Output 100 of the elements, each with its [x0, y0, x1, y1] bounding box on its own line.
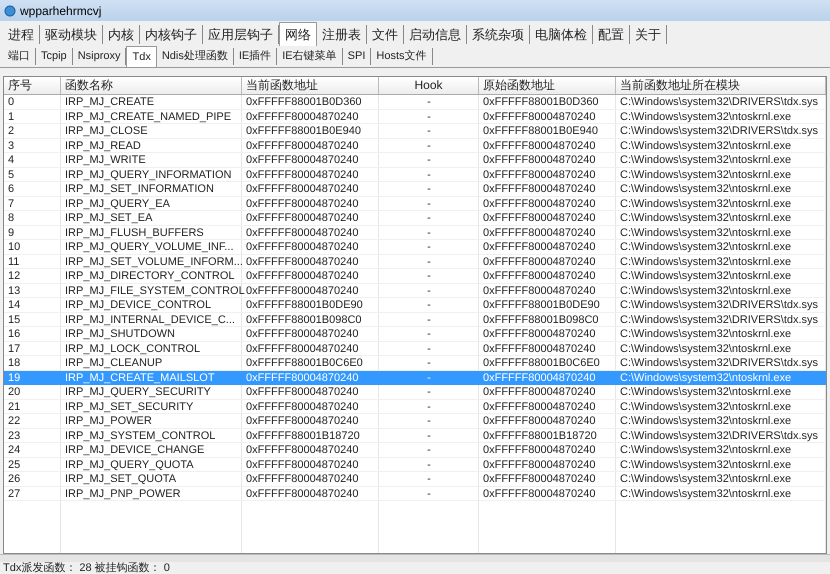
- table-cell-text: 0xFFFFF80004870240: [245, 211, 360, 224]
- column-header[interactable]: 当前函数地址所在模块: [616, 77, 826, 94]
- table-cell-text: -: [426, 414, 432, 428]
- tab[interactable]: 启动信息: [404, 24, 467, 44]
- column-header[interactable]: 当前函数地址: [242, 77, 379, 94]
- table-cell-text: C:\Windows\system32\ntoskrnl.exe: [619, 284, 792, 297]
- column-header[interactable]: 序号: [4, 77, 61, 94]
- tab[interactable]: 关于: [630, 24, 667, 44]
- table-row[interactable]: 26 IRP_MJ_SET_QUOTA 0xFFFFF80004870240 - 0xFFFFF80004870240 C:\Windows\system32\ntoskrnl.exe: [4, 472, 826, 486]
- tab[interactable]: 注册表: [317, 24, 367, 44]
- column-header[interactable]: 原始函数地址: [479, 77, 616, 94]
- tab[interactable]: Hosts文件: [371, 48, 433, 65]
- table-cell-text: C:\Windows\system32\ntoskrnl.exe: [619, 458, 792, 471]
- table-cell-text: 0xFFFFF80004870240: [482, 385, 597, 398]
- table-row[interactable]: 6 IRP_MJ_SET_INFORMATION 0xFFFFF80004870240 - 0xFFFFF80004870240 C:\Windows\system32\ntoskrnl.exe: [4, 182, 826, 196]
- table-cell-text: 0xFFFFF80004870240: [482, 240, 597, 254]
- table-row[interactable]: 16 IRP_MJ_SHUTDOWN 0xFFFFF80004870240 - 0xFFFFF80004870240 C:\Windows\system32\ntoskrnl.exe: [4, 327, 826, 342]
- table-row[interactable]: 0 IRP_MJ_CREATE 0xFFFFF88001B0D360 - 0xFFFFF88001B0D360 C:\Windows\system32\DRIVERS\tdx.sys: [4, 95, 826, 110]
- tab[interactable]: 配置: [593, 24, 630, 44]
- table-cell-text: 0xFFFFF80004870240: [482, 327, 597, 340]
- table-cell-text: IRP_MJ_CLOSE: [64, 124, 149, 138]
- table-cell-text: C:\Windows\system32\ntoskrnl.exe: [619, 327, 792, 340]
- table-row[interactable]: 4 IRP_MJ_WRITE 0xFFFFF80004870240 - 0xFFFFF80004870240 C:\Windows\system32\ntoskrnl.exe: [4, 153, 826, 168]
- table-cell-text: 0xFFFFF80004870240: [482, 284, 597, 297]
- table-cell-text: 0xFFFFF80004870240: [245, 414, 360, 428]
- table-row[interactable]: 24 IRP_MJ_DEVICE_CHANGE 0xFFFFF80004870240 - 0xFFFFF80004870240 C:\Windows\system32\ntoskrnl.exe: [4, 443, 826, 458]
- table-row[interactable]: 17 IRP_MJ_LOCK_CONTROL 0xFFFFF80004870240 - 0xFFFFF80004870240 C:\Windows\system32\ntoskrnl.exe: [4, 342, 826, 356]
- tab[interactable]: 网络: [279, 22, 317, 46]
- table-row[interactable]: 13 IRP_MJ_FILE_SYSTEM_CONTROL0xFFFFF80004870240 - 0xFFFFF80004870240 C:\Windows\system32\ntoskrnl.exe: [4, 284, 826, 298]
- table-cell-text: C:\Windows\system32\ntoskrnl.exe: [619, 472, 792, 486]
- table-row[interactable]: 12 IRP_MJ_DIRECTORY_CONTROL 0xFFFFF80004870240 - 0xFFFFF80004870240 C:\Windows\system32\ntoskrnl.exe: [4, 269, 826, 284]
- table-row[interactable]: 3 IRP_MJ_READ 0xFFFFF80004870240 - 0xFFFFF80004870240 C:\Windows\system32\ntoskrnl.exe: [4, 138, 826, 153]
- table-row[interactable]: 21 IRP_MJ_SET_SECURITY 0xFFFFF80004870240 - 0xFFFFF80004870240 C:\Windows\system32\ntoskrnl.exe: [4, 400, 826, 414]
- table-cell-text: -: [426, 168, 432, 181]
- table-cell-text: -: [426, 327, 432, 340]
- table-row[interactable]: 10 IRP_MJ_QUERY_VOLUME_INF... 0xFFFFF80004870240 - 0xFFFFF80004870240 C:\Windows\system32\ntoskrnl.exe: [4, 240, 826, 254]
- table-cell-text: 0xFFFFF80004870240: [245, 182, 360, 196]
- tab[interactable]: 文件: [367, 24, 404, 44]
- table-cell-text: 22: [7, 414, 22, 428]
- column-header[interactable]: Hook: [379, 77, 479, 94]
- table-cell-text: -: [426, 196, 432, 210]
- table-cell-text: 0xFFFFF88001B0DE90: [482, 298, 601, 312]
- table-cell-text: C:\Windows\system32\ntoskrnl.exe: [619, 240, 792, 254]
- table-row[interactable]: 5 IRP_MJ_QUERY_INFORMATION 0xFFFFF80004870240 - 0xFFFFF80004870240 C:\Windows\system32\ntoskrnl.exe: [4, 168, 826, 182]
- table-cell-text: 25: [7, 458, 22, 471]
- tab[interactable]: 内核: [103, 24, 140, 44]
- table-row[interactable]: 1 IRP_MJ_CREATE_NAMED_PIPE 0xFFFFF80004870240 - 0xFFFFF80004870240 C:\Windows\system32\ntoskrnl.exe: [4, 110, 826, 124]
- table-cell-text: IRP_MJ_READ: [64, 138, 142, 152]
- tab[interactable]: Ndis处理函数: [156, 48, 234, 65]
- table-row[interactable]: 25 IRP_MJ_QUERY_QUOTA 0xFFFFF80004870240 - 0xFFFFF80004870240 C:\Windows\system32\ntoskrnl.exe: [4, 458, 826, 472]
- tab[interactable]: 驱动模块: [40, 24, 103, 44]
- table-cell-text: -: [426, 211, 432, 224]
- table-row[interactable]: 15 IRP_MJ_INTERNAL_DEVICE_C... 0xFFFFF88001B098C0 - 0xFFFFF88001B098C0 C:\Windows\system32\DRIVERS\tdx.sys: [4, 312, 826, 327]
- table-cell-text: 18: [7, 356, 22, 370]
- table-row[interactable]: 8 IRP_MJ_SET_EA 0xFFFFF80004870240 - 0xFFFFF80004870240 C:\Windows\system32\ntoskrnl.exe: [4, 211, 826, 226]
- table-cell-text: 0xFFFFF80004870240: [482, 226, 597, 239]
- table-cell-text: 0xFFFFF80004870240: [482, 110, 597, 123]
- table-cell-text: -: [426, 182, 432, 196]
- table-cell-text: 6: [7, 182, 16, 196]
- table-cell-text: 0xFFFFF80004870240: [482, 486, 597, 500]
- tab[interactable]: 内核钩子: [140, 24, 203, 44]
- tab[interactable]: SPI: [342, 48, 372, 65]
- table-cell-text: 0xFFFFF88001B098C0: [482, 312, 600, 326]
- table-row[interactable]: 2 IRP_MJ_CLOSE 0xFFFFF88001B0E940 - 0xFFFFF88001B0E940 C:\Windows\system32\DRIVERS\tdx.sys: [4, 124, 826, 138]
- table-row[interactable]: 22 IRP_MJ_POWER 0xFFFFF80004870240 - 0xFFFFF80004870240 C:\Windows\system32\ntoskrnl.exe: [4, 414, 826, 428]
- horizontal-scrollbar[interactable]: [0, 554, 830, 562]
- table-cell-text: -: [426, 95, 432, 108]
- column-header[interactable]: 函数名称: [61, 77, 242, 94]
- table-cell-text: IRP_MJ_QUERY_VOLUME_INF...: [64, 240, 235, 254]
- tab[interactable]: 系统杂项: [467, 24, 530, 44]
- table-cell-text: IRP_MJ_SET_SECURITY: [64, 400, 194, 413]
- table-row[interactable]: 27 IRP_MJ_PNP_POWER 0xFFFFF80004870240 - 0xFFFFF80004870240 C:\Windows\system32\ntoskrnl.exe: [4, 486, 826, 501]
- table-row[interactable]: 9 IRP_MJ_FLUSH_BUFFERS 0xFFFFF80004870240 - 0xFFFFF80004870240 C:\Windows\system32\ntoskrnl.exe: [4, 226, 826, 240]
- table-cell-text: 0xFFFFF80004870240: [245, 168, 360, 181]
- table-cell-text: C:\Windows\system32\DRIVERS\tdx.sys: [619, 312, 820, 326]
- table-cell-text: 0xFFFFF88001B0D360: [245, 95, 363, 108]
- table-cell-text: 0xFFFFF80004870240: [245, 458, 360, 471]
- tab[interactable]: IE插件: [234, 48, 278, 65]
- tab[interactable]: Tdx: [126, 46, 157, 67]
- table-row[interactable]: 23 IRP_MJ_SYSTEM_CONTROL 0xFFFFF88001B18720 - 0xFFFFF88001B18720 C:\Windows\system32\DRIVERS\tdx.sys: [4, 428, 826, 443]
- table-cell-text: -: [426, 385, 432, 398]
- table-cell-text: -: [426, 269, 432, 282]
- tab[interactable]: 进程: [3, 24, 40, 44]
- table-cell-text: 26: [7, 472, 22, 486]
- table-cell-text: 1: [7, 110, 16, 123]
- table-cell-text: 17: [7, 342, 22, 355]
- table-cell-text: 0xFFFFF80004870240: [245, 443, 360, 456]
- table-cell-text: 0xFFFFF80004870240: [245, 385, 360, 398]
- table-row[interactable]: 20 IRP_MJ_QUERY_SECURITY 0xFFFFF80004870240 - 0xFFFFF80004870240 C:\Windows\system32\ntoskrnl.exe: [4, 385, 826, 400]
- table-cell-text: 0xFFFFF80004870240: [482, 168, 597, 181]
- table-row[interactable]: 11 IRP_MJ_SET_VOLUME_INFORM... 0xFFFFF80004870240 - 0xFFFFF80004870240 C:\Windows\system32\ntoskrnl.exe: [4, 254, 826, 269]
- tab[interactable]: Tcpip: [36, 48, 73, 65]
- table-row[interactable]: 7 IRP_MJ_QUERY_EA 0xFFFFF80004870240 - 0xFFFFF80004870240 C:\Windows\system32\ntoskrnl.exe: [4, 196, 826, 211]
- table-row[interactable]: 14 IRP_MJ_DEVICE_CONTROL 0xFFFFF88001B0DE90 - 0xFFFFF88001B0DE90 C:\Windows\system32\DRIVERS\tdx.sys: [4, 298, 826, 312]
- table-cell-text: IRP_MJ_POWER: [64, 414, 153, 428]
- tab[interactable]: IE右键菜单: [277, 48, 343, 65]
- tab[interactable]: 电脑体检: [530, 24, 593, 44]
- tab[interactable]: 端口: [3, 48, 36, 65]
- table-cell-text: 3: [7, 138, 16, 152]
- table-cell-text: IRP_MJ_CLEANUP: [64, 356, 164, 370]
